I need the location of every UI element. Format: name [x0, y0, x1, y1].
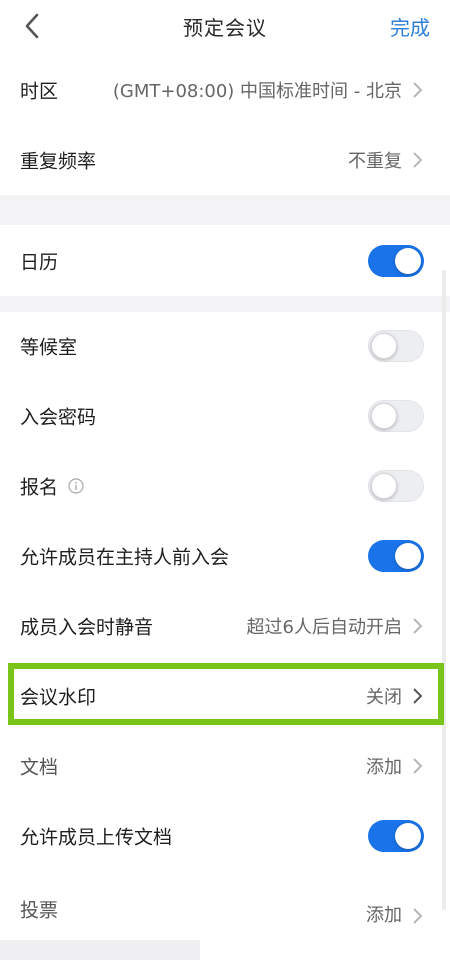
documents-label: 文档 — [20, 756, 59, 779]
calendar-label: 日历 — [20, 251, 59, 274]
repeat-frequency-label: 重复频率 — [20, 150, 97, 173]
vote-row[interactable]: 投票 添加 — [0, 890, 450, 928]
toggle-knob — [371, 403, 397, 429]
meeting-password-row: 入会密码 — [0, 381, 450, 451]
allow-upload-toggle[interactable] — [368, 820, 424, 852]
chevron-right-icon — [412, 617, 424, 635]
calendar-toggle[interactable] — [368, 245, 424, 277]
waiting-room-toggle[interactable] — [368, 330, 424, 362]
calendar-row: 日历 — [0, 226, 450, 296]
chevron-right-icon — [412, 151, 424, 169]
page-title: 预定会议 — [183, 16, 267, 40]
documents-row[interactable]: 文档 添加 — [0, 731, 450, 801]
navigation-bar: 预定会议 完成 — [0, 0, 450, 52]
highlight-box — [8, 663, 444, 725]
join-before-host-toggle[interactable] — [368, 540, 424, 572]
mute-on-join-label: 成员入会时静音 — [20, 616, 154, 639]
toggle-knob — [395, 543, 421, 569]
info-icon[interactable] — [68, 478, 84, 494]
timezone-label: 时区 — [20, 80, 59, 103]
chevron-right-icon — [412, 907, 424, 925]
mute-on-join-row[interactable]: 成员入会时静音 超过6人后自动开启 — [0, 591, 450, 661]
documents-value: 添加 — [366, 757, 402, 778]
meeting-password-label: 入会密码 — [20, 406, 97, 429]
toggle-knob — [395, 248, 421, 274]
bottom-bar — [0, 940, 200, 960]
timezone-value: (GMT+08:00) 中国标准时间 - 北京 — [112, 81, 402, 102]
waiting-room-label: 等候室 — [20, 336, 78, 359]
mute-on-join-value: 超过6人后自动开启 — [246, 617, 402, 638]
chevron-right-icon — [412, 757, 424, 775]
vote-label: 投票 — [20, 899, 59, 922]
allow-upload-label: 允许成员上传文档 — [20, 826, 173, 849]
registration-label: 报名 — [20, 476, 59, 499]
allow-upload-row: 允许成员上传文档 — [0, 801, 450, 871]
repeat-frequency-value: 不重复 — [348, 151, 402, 172]
waiting-room-row: 等候室 — [0, 311, 450, 381]
registration-row: 报名 — [0, 451, 450, 521]
chevron-right-icon — [412, 81, 424, 99]
join-before-host-row: 允许成员在主持人前入会 — [0, 521, 450, 591]
section-divider — [0, 195, 450, 225]
toggle-knob — [395, 823, 421, 849]
timezone-row[interactable]: 时区 (GMT+08:00) 中国标准时间 - 北京 — [0, 55, 450, 125]
meeting-password-toggle[interactable] — [368, 400, 424, 432]
vote-value: 添加 — [366, 905, 402, 926]
section-divider — [0, 296, 450, 312]
join-before-host-label: 允许成员在主持人前入会 — [20, 546, 230, 569]
toggle-knob — [371, 333, 397, 359]
toggle-knob — [371, 473, 397, 499]
repeat-frequency-row[interactable]: 重复频率 不重复 — [0, 125, 450, 195]
registration-toggle[interactable] — [368, 470, 424, 502]
done-button[interactable]: 完成 — [390, 12, 430, 41]
